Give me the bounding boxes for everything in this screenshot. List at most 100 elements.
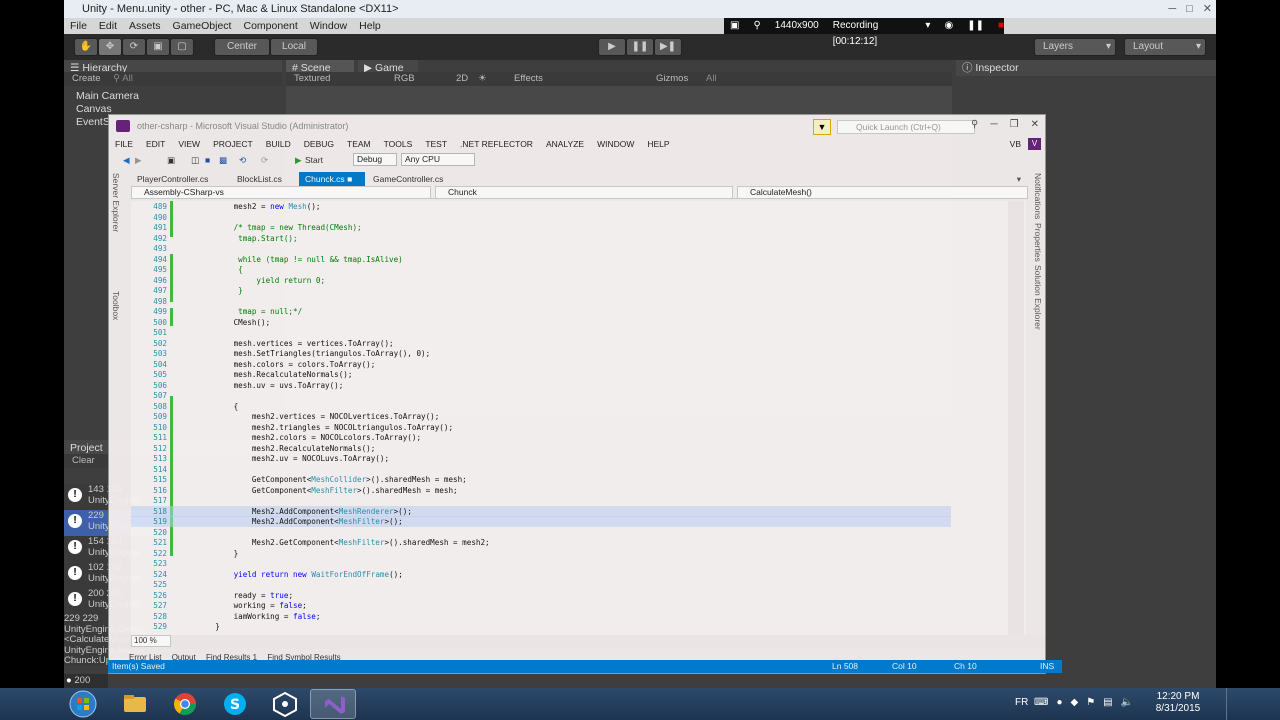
step-icon[interactable]: ▶❚ (654, 38, 682, 56)
create-button[interactable]: Create (72, 73, 101, 84)
scale-tool-icon[interactable]: ▣ (146, 38, 170, 56)
clock[interactable]: 12:20 PM 8/31/2015 (1148, 691, 1208, 715)
code-line[interactable]: 511 mesh2.colors = NOCOLcolors.ToArray()… (131, 432, 421, 443)
flag-icon[interactable]: ⚑ (1086, 697, 1095, 708)
mode-2d-toggle[interactable]: 2D (456, 72, 468, 86)
code-line[interactable]: 515 GetComponent<MeshCollider>().sharedM… (131, 474, 466, 485)
file-explorer-icon[interactable] (112, 689, 158, 719)
solution-explorer-tab[interactable]: Solution Explorer (1033, 265, 1043, 330)
tab-chunck[interactable]: Chunck.cs ■ × (299, 172, 365, 198)
code-line[interactable]: 518 Mesh2.AddComponent<MeshRenderer>(); (131, 505, 951, 517)
vertical-scrollbar[interactable] (1008, 201, 1024, 635)
visual-studio-icon[interactable] (310, 689, 356, 719)
code-line[interactable]: 503 mesh.SetTriangles(triangulos.ToArray… (131, 348, 430, 359)
code-line[interactable]: 519 Mesh2.AddComponent<MeshFilter>(); (131, 516, 951, 527)
code-line[interactable]: 517 (131, 495, 197, 506)
hand-tool-icon[interactable]: ✋ (74, 38, 98, 56)
save-icon[interactable]: ■ (205, 152, 210, 168)
keyboard-icon[interactable]: ⌨ (1034, 697, 1048, 708)
effects-dropdown[interactable]: Effects (514, 72, 543, 86)
close-icon[interactable]: ✕ (1031, 119, 1039, 130)
code-line[interactable]: 510 mesh2.triangles = NOCOLtriangulos.To… (131, 422, 453, 433)
save-all-icon[interactable]: ▩ (219, 152, 227, 168)
gizmos-dropdown[interactable]: Gizmos (656, 72, 688, 86)
code-line[interactable]: 504 mesh.colors = colors.ToArray(); (131, 359, 375, 370)
maximize-icon[interactable]: □ (1186, 0, 1193, 18)
redo-icon[interactable]: ⟳ (261, 152, 268, 168)
undo-icon[interactable]: ⟲ (239, 152, 246, 168)
notifications-tab[interactable]: Notifications (1033, 173, 1043, 219)
vs-menu-window[interactable]: WINDOW (597, 137, 634, 151)
layout-dropdown[interactable]: Layout ▾ (1124, 38, 1206, 56)
vs-menu-help[interactable]: HELP (647, 137, 669, 151)
code-line[interactable]: 490 (131, 212, 197, 223)
code-line[interactable]: 520 (131, 527, 197, 538)
menu-gameobject[interactable]: GameObject (173, 18, 232, 34)
hierarchy-item[interactable]: Main Camera (76, 90, 139, 102)
start-icon[interactable]: ▶ (295, 152, 302, 168)
code-line[interactable]: 495 { (131, 264, 242, 275)
code-line[interactable]: 525 (131, 579, 197, 590)
code-line[interactable]: 500 CMesh(); (131, 317, 270, 328)
code-line[interactable]: 499 tmap = null;*/ (131, 306, 302, 317)
code-line[interactable]: 524 yield return new WaitForEndOfFrame()… (131, 569, 403, 580)
volume-icon[interactable]: 🔈 (1121, 697, 1133, 708)
notification-flag-icon[interactable]: ▼ (813, 119, 831, 135)
code-line[interactable]: 513 mesh2.uv = NOCOLuvs.ToArray(); (131, 453, 389, 464)
camera-icon[interactable]: ◉ (944, 18, 953, 34)
scene-search-input[interactable]: All (706, 72, 717, 86)
vs-menu-team[interactable]: TEAM (347, 137, 371, 151)
menu-assets[interactable]: Assets (129, 18, 161, 34)
member-dropdown[interactable]: CalculateMesh() (737, 186, 1028, 199)
tab-playercontroller[interactable]: PlayerController.cs (131, 172, 214, 186)
code-line[interactable]: 516 GetComponent<MeshFilter>().sharedMes… (131, 485, 457, 496)
code-line[interactable]: 526 ready = true; (131, 590, 293, 601)
vs-menu-tools[interactable]: TOOLS (384, 137, 413, 151)
menu-component[interactable]: Component (243, 18, 297, 34)
shading-mode-dropdown[interactable]: Textured (294, 72, 330, 86)
vs-menu-edit[interactable]: EDIT (146, 137, 165, 151)
rect-tool-icon[interactable]: ▢ (170, 38, 194, 56)
skype-tray-icon[interactable]: ● (1056, 697, 1062, 708)
rotate-tool-icon[interactable]: ⟳ (122, 38, 146, 56)
code-line[interactable]: 508 { (131, 401, 238, 412)
language-indicator[interactable]: FR (1015, 697, 1028, 708)
properties-tab[interactable]: Properties (1033, 223, 1043, 262)
code-line[interactable]: 502 mesh.vertices = vertices.ToArray(); (131, 338, 393, 349)
code-line[interactable]: 507 (131, 390, 197, 401)
start-button[interactable]: Start (305, 152, 323, 168)
hierarchy-item[interactable]: EventS (76, 116, 110, 128)
minimize-icon[interactable]: ─ (1168, 0, 1176, 18)
code-line[interactable]: 489 mesh2 = new Mesh(); (131, 201, 320, 212)
console-clear-button[interactable]: Clear (72, 455, 95, 466)
class-dropdown[interactable]: Chunck (435, 186, 733, 199)
code-line[interactable]: 529 } (131, 621, 220, 632)
zoom-select[interactable]: 100 % (131, 635, 171, 647)
open-file-icon[interactable]: ◫ (191, 152, 199, 168)
code-line[interactable]: 496 yield return 0; (131, 275, 325, 286)
vs-menu-analyze[interactable]: ANALYZE (546, 137, 584, 151)
code-line[interactable]: 521 Mesh2.GetComponent<MeshFilter>().sha… (131, 537, 489, 548)
menu-help[interactable]: Help (359, 18, 381, 34)
light-icon[interactable]: ☀ (478, 72, 487, 86)
pivot-center-button[interactable]: Center (214, 38, 270, 56)
restore-icon[interactable]: ❐ (1010, 119, 1019, 130)
user-initials[interactable]: VB (1010, 137, 1021, 151)
vs-menu-net-reflector[interactable]: .NET REFLECTOR (460, 137, 533, 151)
vs-menu-view[interactable]: VIEW (178, 137, 200, 151)
platform-select[interactable]: Any CPU (401, 153, 475, 166)
pause-icon[interactable]: ❚❚ (626, 38, 654, 56)
code-editor[interactable]: 489 mesh2 = new Mesh(); 490 491 /* tmap = … (131, 201, 1026, 635)
menu-file[interactable]: File (70, 18, 87, 34)
hierarchy-search-input[interactable]: All (122, 73, 133, 84)
hierarchy-item[interactable]: Canvas (76, 103, 112, 115)
code-line[interactable]: 522 } (131, 548, 238, 559)
code-line[interactable]: 492 tmap.Start(); (131, 233, 297, 244)
tab-blocklist[interactable]: BlockList.cs (231, 172, 288, 186)
code-line[interactable]: 514 (131, 464, 197, 475)
move-tool-icon[interactable]: ✥ (98, 38, 122, 56)
code-line[interactable]: 523 (131, 558, 197, 569)
layers-dropdown[interactable]: Layers ▾ (1034, 38, 1116, 56)
tab-inspector[interactable]: ⓘ Inspector (956, 60, 1216, 76)
chrome-icon[interactable] (162, 689, 208, 719)
